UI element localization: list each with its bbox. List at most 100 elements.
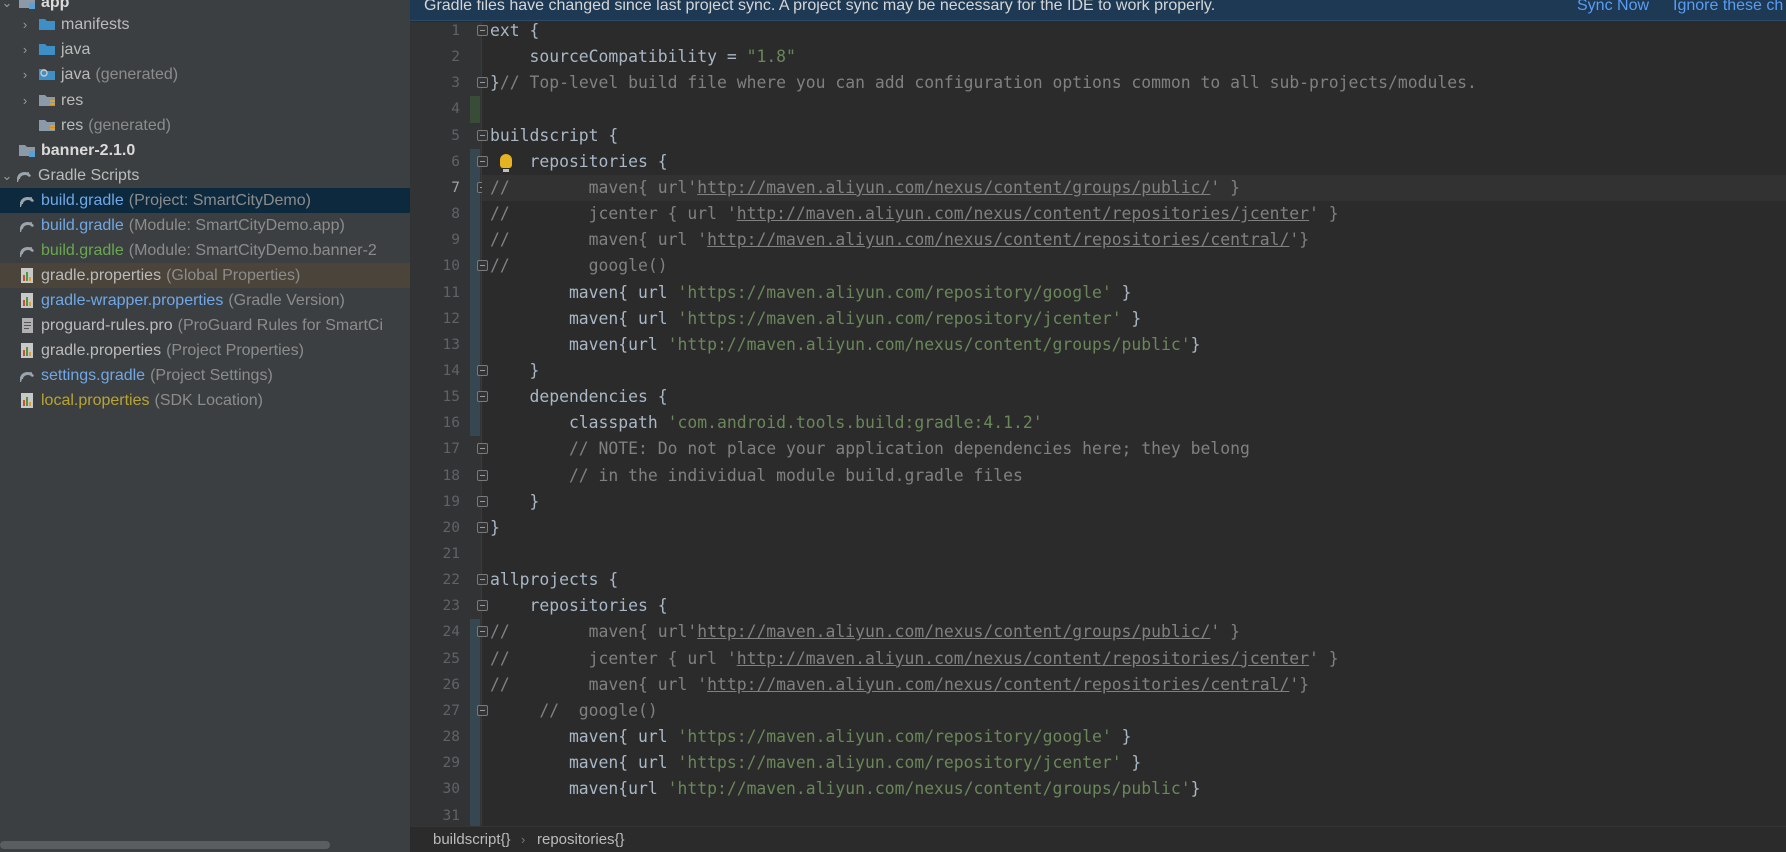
fold-toggle-icon[interactable] <box>477 391 488 403</box>
line-number: 30 <box>442 781 460 798</box>
fold-toggle-icon[interactable] <box>477 260 488 272</box>
code-token: maven{ url <box>490 308 678 328</box>
string-token: 'com.android.tools.build:gradle:4.1.2' <box>667 413 1043 433</box>
tree-item[interactable]: › manifests <box>0 12 410 37</box>
line-number: 21 <box>442 546 460 562</box>
tree-item[interactable]: proguard-rules.pro (ProGuard Rules for Sm… <box>0 313 410 338</box>
code-token: maven{url <box>490 334 668 354</box>
project-tree-scrollbar[interactable] <box>0 841 330 849</box>
comment-token: // maven{ url' <box>490 622 698 642</box>
line-number: 4 <box>451 101 460 118</box>
code-token: classpath <box>490 413 668 433</box>
comment-token: // maven{ url ' <box>490 674 708 694</box>
chevron-right-icon[interactable]: › <box>18 37 32 62</box>
tree-item-label: settings.gradle (Project Settings) <box>41 367 273 385</box>
code-line: maven{ url 'https://maven.aliyun.com/rep… <box>490 750 1141 776</box>
tree-item[interactable]: › res <box>0 88 410 113</box>
chevron-right-icon[interactable]: › <box>18 62 32 87</box>
tree-item-hint: (Gradle Version) <box>228 291 345 309</box>
text-file-icon <box>17 315 37 335</box>
comment-token[interactable]: http://maven.aliyun.com/nexus/content/gr… <box>697 178 1210 197</box>
string-token: 'http://maven.aliyun.com/nexus/content/g… <box>667 779 1191 799</box>
chevron-right-icon[interactable]: › <box>18 12 32 37</box>
fold-toggle-icon[interactable] <box>477 495 488 507</box>
tree-item-label: res <box>61 92 83 110</box>
tree-item-name: Gradle Scripts <box>38 166 140 184</box>
chevron-down-icon[interactable]: ⌄ <box>0 163 14 188</box>
vcs-modified-marker[interactable] <box>470 619 480 829</box>
tree-item-name: gradle.properties <box>41 341 162 359</box>
fold-toggle-icon[interactable] <box>477 469 488 481</box>
tree-item[interactable]: settings.gradle (Project Settings) <box>0 363 410 388</box>
fold-toggle-icon[interactable] <box>477 626 488 638</box>
tree-item[interactable]: build.gradle (Module: SmartCityDemo.app) <box>0 213 410 238</box>
tree-item[interactable]: build.gradle (Project: SmartCityDemo) <box>0 188 410 213</box>
fold-toggle-icon[interactable] <box>477 574 488 586</box>
ignore-changes-link[interactable]: Ignore these ch <box>1673 0 1783 14</box>
fold-toggle-icon[interactable] <box>477 25 488 36</box>
fold-toggle-icon[interactable] <box>477 155 488 167</box>
tree-item[interactable]: res (generated) <box>0 113 410 138</box>
fold-toggle-icon[interactable] <box>477 704 488 716</box>
gradle-icon <box>14 165 34 185</box>
fold-toggle-icon[interactable] <box>477 129 488 141</box>
code-line: // google() <box>490 698 657 724</box>
comment-token[interactable]: http://maven.aliyun.com/nexus/content/re… <box>707 675 1289 694</box>
code-text-area[interactable]: ext { sourceCompatibility = "1.8"}// Top… <box>482 21 1786 826</box>
breadcrumb-item-buildscript[interactable]: buildscript{} <box>433 827 511 852</box>
code-line: // google() <box>490 253 668 279</box>
line-number: 22 <box>442 572 460 589</box>
fold-toggle-icon[interactable] <box>477 364 488 376</box>
string-token: 'https://maven.aliyun.com/repository/jce… <box>677 753 1122 773</box>
tree-item[interactable]: gradle-wrapper.properties (Gradle Version… <box>0 288 410 313</box>
breadcrumb-separator: › <box>521 832 526 847</box>
tree-item-label: build.gradle (Module: SmartCityDemo.banne… <box>41 242 377 260</box>
vcs-added-marker[interactable] <box>470 96 480 123</box>
comment-token: ' } <box>1210 177 1240 197</box>
gradle-sync-banner: Gradle files have changed since last pro… <box>410 0 1786 21</box>
code-line: // maven{ url'http://maven.aliyun.com/ne… <box>490 619 1240 645</box>
fold-toggle-icon[interactable] <box>477 443 488 455</box>
tree-item-hint: (generated) <box>95 65 179 83</box>
tree-item[interactable]: gradle.properties (Project Properties) <box>0 338 410 363</box>
line-number: 23 <box>442 598 460 615</box>
code-token: maven{url <box>490 779 668 799</box>
string-token: 'https://maven.aliyun.com/repository/goo… <box>677 727 1112 747</box>
code-token: } <box>1190 334 1201 354</box>
tree-item-hint: (generated) <box>88 116 171 134</box>
tree-item-label: build.gradle (Project: SmartCityDemo) <box>41 192 311 210</box>
tree-item-name: build.gradle <box>41 216 124 234</box>
tree-item[interactable]: › java <box>0 37 410 62</box>
tree-item-label: java <box>61 41 90 59</box>
code-line: maven{url 'http://maven.aliyun.com/nexus… <box>490 776 1201 802</box>
tree-item-hint: (Module: SmartCityDemo.app) <box>128 216 345 234</box>
tree-item[interactable]: ⌄ Gradle Scripts <box>0 163 410 188</box>
comment-token[interactable]: http://maven.aliyun.com/nexus/content/re… <box>737 649 1309 668</box>
comment-token[interactable]: http://maven.aliyun.com/nexus/content/re… <box>737 204 1309 223</box>
code-line: // NOTE: Do not place your application d… <box>490 436 1250 462</box>
code-line: maven{ url 'https://maven.aliyun.com/rep… <box>490 724 1132 750</box>
tree-item-name: gradle-wrapper.properties <box>41 291 224 309</box>
tree-item-label: proguard-rules.pro (ProGuard Rules for Sm… <box>41 317 383 335</box>
breadcrumb-item-repositories[interactable]: repositories{} <box>537 827 625 852</box>
comment-token: '} <box>1289 230 1310 250</box>
chevron-right-icon[interactable]: › <box>18 88 32 113</box>
comment-token[interactable]: http://maven.aliyun.com/nexus/content/gr… <box>697 622 1210 641</box>
code-token: repositories { <box>490 596 668 616</box>
fold-toggle-icon[interactable] <box>477 77 488 89</box>
tree-item[interactable]: build.gradle (Module: SmartCityDemo.banne… <box>0 238 410 263</box>
tree-item[interactable]: banner-2.1.0 <box>0 138 410 163</box>
tree-item[interactable]: › java (generated) <box>0 62 410 87</box>
comment-token[interactable]: http://maven.aliyun.com/nexus/content/re… <box>707 230 1289 249</box>
code-line: // maven{ url 'http://maven.aliyun.com/n… <box>490 672 1309 698</box>
sync-now-link[interactable]: Sync Now <box>1577 0 1649 14</box>
line-number: 24 <box>442 624 460 641</box>
code-line: // maven{ url 'http://maven.aliyun.com/n… <box>490 227 1309 253</box>
tree-item[interactable]: gradle.properties (Global Properties) <box>0 263 410 288</box>
tree-item-name: res <box>61 116 84 134</box>
fold-toggle-icon[interactable] <box>477 521 488 533</box>
tree-item[interactable]: local.properties (SDK Location) <box>0 388 410 413</box>
fold-toggle-icon[interactable] <box>477 600 488 612</box>
code-line: } <box>490 489 539 515</box>
code-line: ext { <box>490 18 539 44</box>
